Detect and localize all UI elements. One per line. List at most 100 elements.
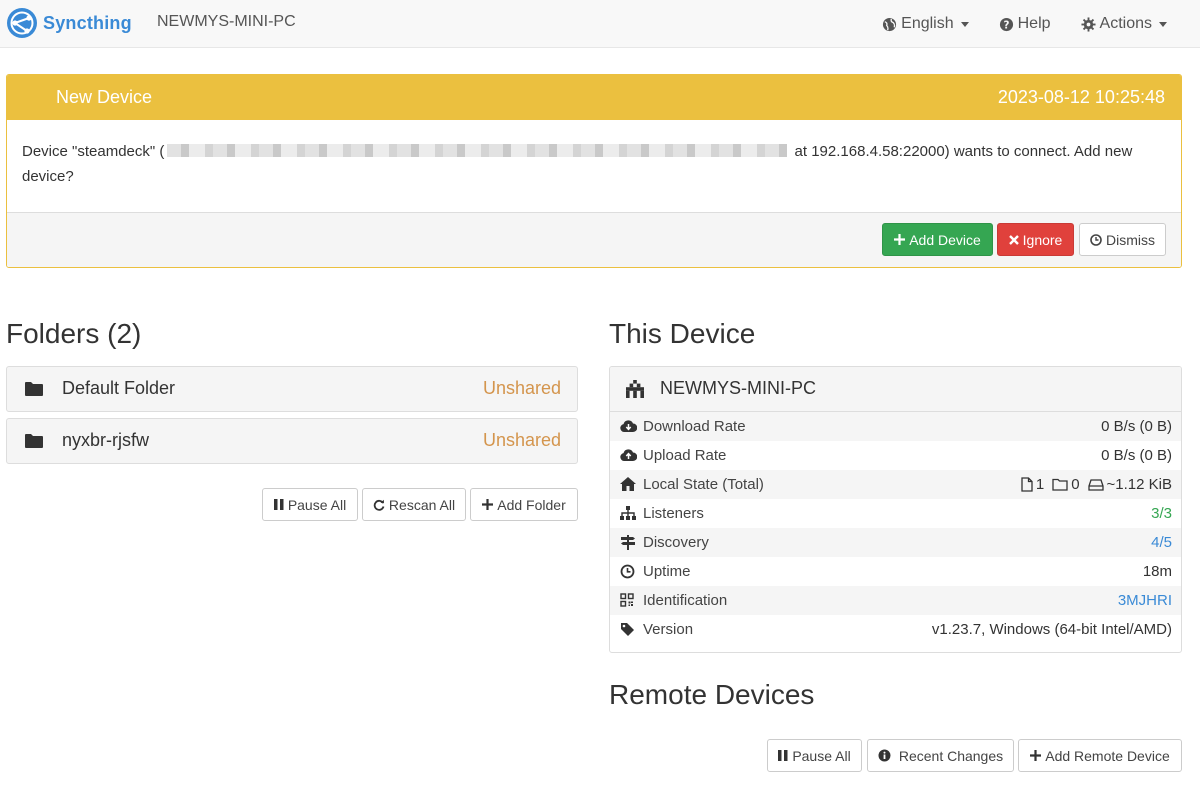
local-state-label: Local State (Total) [643,476,764,493]
question-circle-icon: ? [999,17,1013,31]
language-menu[interactable]: English [882,15,969,33]
listeners-label: Listeners [643,505,704,522]
this-device-panel: NEWMYS-MINI-PC Download Rate 0 B/s (0 B)… [609,366,1182,653]
plus-icon [1030,750,1042,761]
language-label: English [901,15,954,32]
navbar-device-name: NEWMYS-MINI-PC [157,13,296,30]
clock-icon [1090,233,1102,246]
notification-message: Device "steamdeck" ( at 192.168.4.58:220… [7,120,1181,213]
home-icon [620,477,636,491]
folder-panel-default[interactable]: Default Folder Unshared [6,366,578,412]
help-label: Help [1017,15,1051,32]
dismiss-button[interactable]: Dismiss [1079,223,1166,256]
syncthing-logo-icon [7,8,37,38]
identification-value[interactable]: 3MJHRI [1118,592,1172,609]
plus-icon [894,234,906,245]
local-size: ~1.12 KiB [1106,476,1172,493]
redacted-device-id [167,144,788,157]
notification-header: New Device 2023-08-12 10:25:48 [7,75,1181,120]
add-folder-button[interactable]: Add Folder [470,488,578,521]
new-device-notification: New Device 2023-08-12 10:25:48 Device "s… [6,74,1182,268]
actions-menu[interactable]: Actions [1081,15,1167,33]
version-value: v1.23.7, Windows (64-bit Intel/AMD) [931,621,1172,638]
close-icon [1008,234,1019,245]
local-files-count: 1 [1035,476,1045,493]
download-rate-label: Download Rate [643,418,746,435]
recent-changes-label: Recent Changes [898,747,1004,764]
this-device-heading: This Device [609,318,756,349]
folder-status: Unshared [482,378,561,398]
folder-name: Default Folder [62,378,176,398]
recent-changes-button[interactable]: Recent Changes [867,739,1014,772]
plus-icon [482,499,494,510]
version-row: Version v1.23.7, Windows (64-bit Intel/A… [610,615,1181,644]
folder-icon [25,434,43,448]
rescan-all-label: Rescan All [388,496,456,513]
add-remote-device-button[interactable]: Add Remote Device [1018,739,1182,772]
identification-row: Identification 3MJHRI [610,586,1181,615]
folder-panel-nyxbr[interactable]: nyxbr-rjsfw Unshared [6,418,578,464]
upload-rate-row: Upload Rate 0 B/s (0 B) [610,441,1181,470]
tag-icon [621,623,634,636]
pause-all-folders-button[interactable]: Pause All [262,488,358,521]
download-rate-row: Download Rate 0 B/s (0 B) [610,412,1181,441]
gear-icon [1081,16,1096,32]
add-folder-label: Add Folder [497,496,566,513]
local-state-row: Local State (Total) 1 0 ~1.12 KiB [610,470,1181,499]
local-state-value: 1 0 ~1.12 KiB [1013,476,1172,493]
notification-timestamp: 2023-08-12 10:25:48 [997,87,1165,107]
uptime-value: 18m [1142,563,1172,580]
download-rate-value: 0 B/s (0 B) [1101,418,1172,435]
identification-label: Identification [643,592,728,609]
svg-text:?: ? [1003,19,1009,31]
brand-link[interactable]: Syncthing [6,5,132,41]
add-device-label: Add Device [909,231,981,248]
local-dirs-count: 0 [1071,476,1080,493]
listeners-value[interactable]: 3/3 [1151,505,1172,522]
caret-down-icon [960,21,969,27]
rescan-all-button[interactable]: Rescan All [362,488,466,521]
add-device-button[interactable]: Add Device [882,223,993,256]
ignore-label: Ignore [1022,231,1063,248]
listeners-row: Listeners 3/3 [610,499,1181,528]
folder-icon [25,382,43,396]
pause-icon [273,499,284,510]
ignore-button[interactable]: Ignore [997,223,1074,256]
folders-heading: Folders (2) [6,318,142,349]
hard-drive-icon [1087,478,1104,491]
clock-icon [620,564,635,579]
caret-down-icon [1159,21,1167,27]
folder-name: nyxbr-rjsfw [62,430,150,450]
folder-open-icon [1052,478,1068,491]
upload-rate-label: Upload Rate [643,447,727,464]
device-identicon-icon [626,380,644,398]
signpost-icon [621,535,635,550]
uptime-row: Uptime 18m [610,557,1181,586]
discovery-value[interactable]: 4/5 [1151,534,1172,551]
navbar: Syncthing NEWMYS-MINI-PC English ? Help … [0,0,1200,48]
pause-icon [778,750,788,761]
brand-name: Syncthing [43,12,132,33]
cloud-download-icon [620,420,637,432]
this-device-header[interactable]: NEWMYS-MINI-PC [610,367,1181,412]
this-device-name: NEWMYS-MINI-PC [660,378,816,398]
file-icon [1021,477,1033,492]
uptime-label: Uptime [643,563,691,580]
upload-rate-value: 0 B/s (0 B) [1101,447,1172,464]
notification-footer: Add Device Ignore Dismiss [7,213,1181,267]
add-remote-device-label: Add Remote Device [1045,747,1170,764]
discovery-row: Discovery 4/5 [610,528,1181,557]
message-prefix: Device "steamdeck" ( [22,143,165,160]
qrcode-icon [620,593,634,607]
cloud-upload-icon [620,449,637,461]
remote-devices-heading: Remote Devices [609,679,815,710]
info-circle-icon [878,749,891,762]
refresh-icon [373,499,385,511]
folder-status: Unshared [482,430,561,450]
actions-label: Actions [1099,15,1152,32]
dismiss-label: Dismiss [1106,231,1155,248]
pause-all-devices-label: Pause All [792,747,851,764]
globe-icon [883,17,897,31]
pause-all-devices-button[interactable]: Pause All [767,739,862,772]
help-link[interactable]: ? Help [999,15,1051,33]
